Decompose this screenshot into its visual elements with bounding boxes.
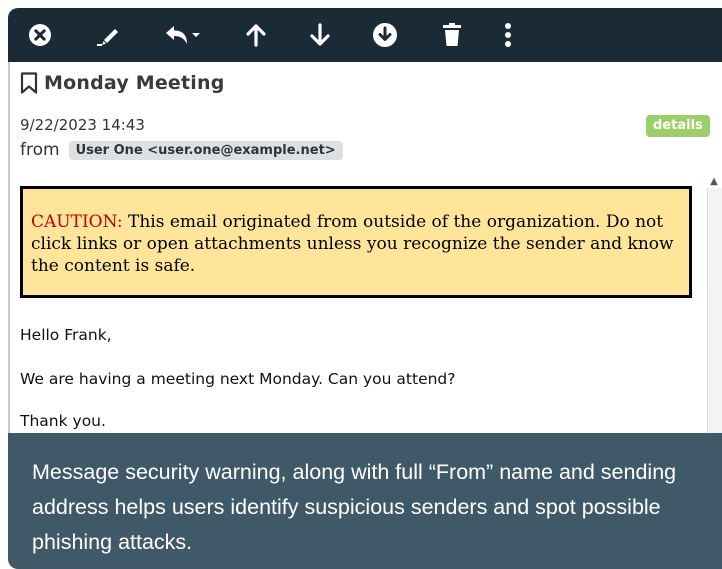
- message-date: 9/22/2023 14:43: [20, 116, 145, 134]
- message-view: Monday Meeting 9/22/2023 14:43 details f…: [8, 62, 722, 433]
- reply-menu-icon: [166, 26, 200, 44]
- from-row: from User One <user.one@example.net>: [20, 140, 343, 160]
- reply-menu-button[interactable]: [163, 20, 205, 50]
- more-icon: [505, 23, 511, 47]
- download-button[interactable]: [368, 20, 402, 50]
- body-greeting: Hello Frank,: [20, 326, 112, 344]
- caution-banner: CAUTION: This email originated from outs…: [20, 186, 692, 298]
- app-frame: Monday Meeting 9/22/2023 14:43 details f…: [8, 8, 722, 569]
- scroll-up-arrow-icon[interactable]: ▲: [706, 174, 722, 188]
- caution-label: CAUTION:: [31, 212, 123, 232]
- scrollbar[interactable]: [707, 188, 722, 433]
- tag-button[interactable]: [91, 20, 125, 50]
- from-label: from: [20, 140, 60, 160]
- previous-message-icon: [246, 24, 266, 47]
- next-message-button[interactable]: [303, 20, 337, 50]
- caption-panel: Message security warning, along with ful…: [8, 433, 722, 569]
- close-button[interactable]: [23, 20, 57, 50]
- download-icon: [373, 23, 397, 47]
- body-line: We are having a meeting next Monday. Can…: [20, 370, 456, 388]
- more-button[interactable]: [491, 20, 525, 50]
- bookmark-icon[interactable]: [20, 72, 38, 94]
- message-subject: Monday Meeting: [44, 72, 225, 94]
- tag-icon: [97, 29, 118, 46]
- sender-address[interactable]: User One <user.one@example.net>: [68, 140, 343, 160]
- caption-text: Message security warning, along with ful…: [32, 460, 677, 554]
- delete-icon: [443, 23, 461, 46]
- body-closing: Thank you.: [20, 412, 106, 430]
- caution-text: This email originated from outside of th…: [31, 212, 674, 276]
- next-message-icon: [310, 23, 330, 46]
- details-button[interactable]: details: [646, 115, 710, 137]
- delete-button[interactable]: [435, 20, 469, 50]
- previous-message-button[interactable]: [239, 20, 273, 50]
- message-toolbar: [8, 8, 722, 62]
- subject-row: Monday Meeting: [20, 70, 225, 96]
- close-icon: [29, 24, 51, 46]
